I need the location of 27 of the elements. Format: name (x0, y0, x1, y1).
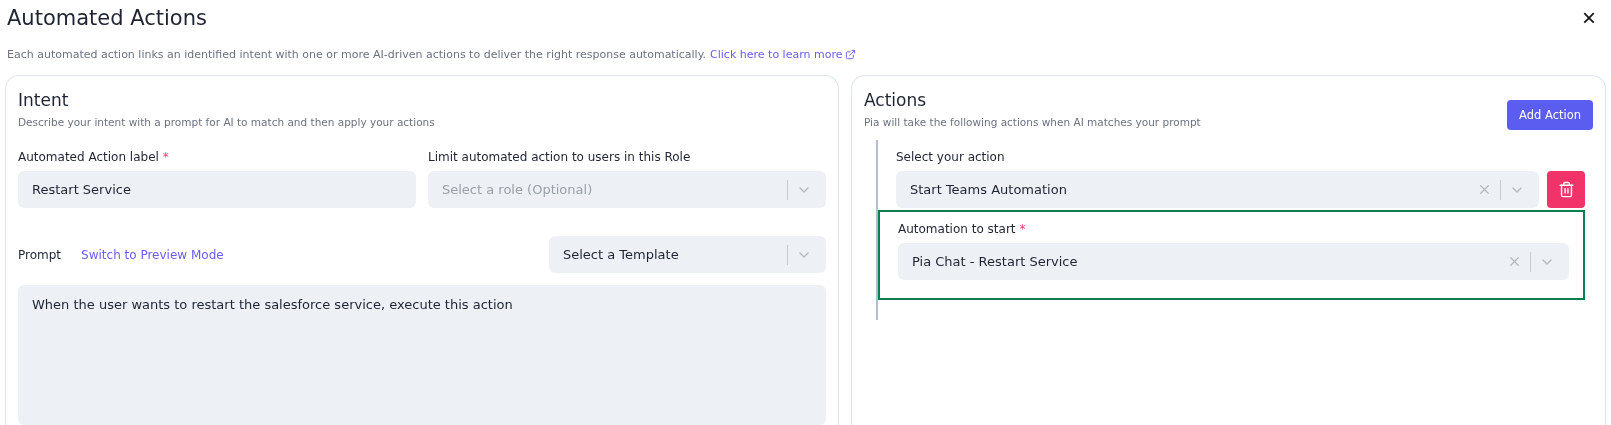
panel-title: Intent (18, 90, 70, 110)
required-mark: * (1019, 222, 1026, 236)
dialog-description: Each automated action links an identified intent with one or more AI-driven actions to deliver the right response automatically. (7, 48, 707, 61)
field-label: Select your action (896, 150, 1005, 164)
close-button[interactable]: × (1574, 6, 1604, 30)
dialog-title: Automated Actions (7, 6, 207, 30)
clear-icon[interactable] (1507, 254, 1522, 269)
field-label: Automation to start (898, 222, 1016, 236)
panel-title: Actions (864, 90, 928, 110)
clear-icon[interactable] (1477, 182, 1492, 197)
panel-description: Pia will take the following actions when AI matches your prompt (864, 116, 1201, 128)
preview-mode-link[interactable]: Switch to Preview Mode (81, 247, 224, 262)
delete-button[interactable] (1547, 171, 1585, 208)
automation-select[interactable]: Pia Chat - Restart Service (898, 243, 1569, 280)
field-label: Limit automated action to users in this Role (428, 150, 691, 164)
action-select[interactable]: Start Teams Automation (896, 171, 1539, 208)
label-input[interactable]: Restart Service (18, 171, 416, 208)
external-link-icon (845, 49, 857, 60)
required-mark: * (162, 150, 169, 164)
learn-more-link[interactable]: Click here to learn more (710, 48, 857, 61)
prompt-textarea[interactable]: When the user wants to restart the salesforce service, execute this action (18, 285, 826, 425)
template-select[interactable]: Select a Template (549, 236, 826, 273)
trash-icon (1557, 181, 1575, 198)
add-action-button[interactable]: Add Action (1507, 100, 1593, 130)
prompt-label: Prompt (18, 247, 62, 262)
field-label: Automated Action label (18, 150, 159, 164)
panel-description: Describe your intent with a prompt for AI to match and then apply your actions (18, 116, 436, 128)
